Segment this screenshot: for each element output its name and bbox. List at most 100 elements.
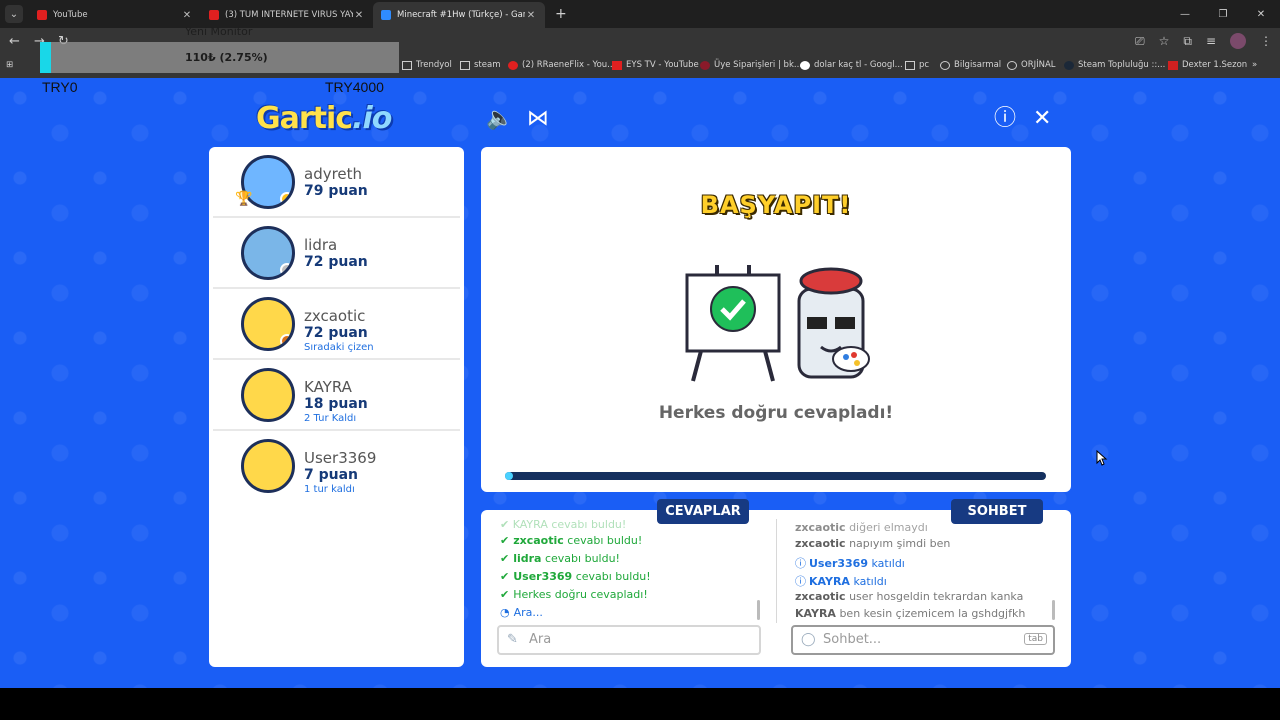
browser-tab-active[interactable]: Minecraft #1Hw (Türkçe) - Gartic ✕ [373,2,545,28]
answer-line: ✔ zxcaotic cevabı buldu! [500,534,642,547]
close-game-icon[interactable]: ✕ [1033,108,1051,130]
player-name: lidra [304,236,338,254]
more-bookmarks-icon[interactable]: » [1252,60,1257,70]
player-score: 7 puan [304,467,359,483]
bookmark-label: steam [474,60,501,70]
bookmark-item[interactable]: (2) RRaeneFlix - You... [508,60,615,70]
check-icon: ✔ [500,570,510,583]
chat-scrollbar[interactable] [1052,600,1055,620]
overlay-progress-stripe [40,42,51,73]
tab-title: Minecraft #1Hw (Türkçe) - Gartic [397,10,525,20]
bookmark-item[interactable]: pc [905,60,929,70]
masterpiece-title: BAŞYAPIT! [700,191,852,219]
player-name: User3369 [304,449,377,467]
chat-line: zxcaotic diğeri elmaydı [795,521,928,534]
tab-search-icon[interactable]: ⌄ [5,5,23,23]
answer-line: ✔ User3369 cevabı buldu! [500,570,651,583]
chat-input[interactable] [823,632,1023,647]
chat-user: User3369 [809,557,868,570]
youtube-icon [37,10,47,20]
answers-scrollbar[interactable] [757,600,760,620]
youtube-icon [209,10,219,20]
bookmark-star-icon[interactable]: ☆ [1159,34,1170,48]
masterpiece-illustration [685,265,870,382]
player-row[interactable]: 🏆 adyreth 79 puan [213,147,460,218]
close-icon[interactable]: ✕ [525,10,537,21]
bookmark-item[interactable]: ORJİNAL [1007,60,1056,70]
chat-text: user hosgeldin tekrardan kanka [849,590,1024,603]
bookmark-label: ORJİNAL [1021,60,1056,70]
chat-text: diğeri elmaydı [849,521,928,534]
bookmark-item[interactable]: Steam Topluluğu ::... [1064,60,1165,70]
site-icon [700,60,710,70]
answer-line: ✔ Herkes doğru cevapladı! [500,588,648,601]
answer-text: cevabı buldu! [575,570,651,583]
bookmark-item[interactable]: Dexter 1.Sezon [1168,60,1247,70]
bookmark-label: EYS TV - YouTube [626,60,699,70]
bookmark-item[interactable]: dolar kaç tl - Googl... [800,60,903,70]
info-icon[interactable]: ⓘ [994,108,1016,130]
answer-input[interactable] [529,632,729,647]
chat-user: zxcaotic [795,590,846,603]
info-icon: ⓘ [795,575,806,588]
chat-user: zxcaotic [795,537,846,550]
minimize-icon[interactable]: — [1166,9,1204,20]
sound-icon[interactable]: 🔈 [486,108,513,130]
answer-input-box[interactable]: ✎ [497,625,761,655]
avatar[interactable] [1230,33,1246,49]
menu-icon[interactable]: ⋮ [1260,34,1272,48]
overlay-title: Yeni Monitor [185,25,253,38]
window-close-icon[interactable]: ✕ [1242,9,1280,20]
answer-text: Ara... [513,606,543,619]
new-tab-icon[interactable]: + [555,6,567,22]
player-note: 2 Tur Kaldı [304,413,357,424]
bookmark-label: Üye Siparişleri | bk... [714,60,802,70]
restore-icon[interactable]: ❐ [1204,9,1242,20]
check-icon: ✔ [500,588,510,601]
logo-suffix: .io [352,101,392,136]
chat-bubble-icon: ◯ [801,632,816,647]
round-progress-knob [505,472,513,480]
bookmark-item[interactable]: steam [460,60,500,70]
player-row[interactable]: User3369 7 puan 1 tur kaldı [213,431,460,502]
player-row[interactable]: zxcaotic 72 puan Sıradaki çizen [213,289,460,360]
bookmark-item[interactable]: EYS TV - YouTube [612,60,699,70]
extensions-icon[interactable]: ⧉ [1183,34,1192,49]
player-row[interactable]: lidra 72 puan [213,218,460,289]
cast-icon[interactable]: ⎚ [1135,34,1145,49]
close-icon[interactable]: ✕ [181,10,193,21]
answer-user: User3369 [513,570,573,583]
back-icon[interactable]: ← [9,34,20,49]
bookmark-item[interactable]: Üye Siparişleri | bk... [700,60,802,70]
chat-input-box[interactable]: ◯ tab [791,625,1055,655]
bookmark-label: Dexter 1.Sezon [1182,60,1248,70]
bookmark-item[interactable]: Bilgisarmal [940,60,1001,70]
answer-text: cevabı buldu! [544,552,620,565]
toolbar-icons: ⎚ ☆ ⧉ ≡ ⋮ [1135,33,1272,49]
chat-line: ⓘ KAYRA katıldı [795,573,887,589]
share-icon[interactable]: ⋈ [527,108,549,130]
bookmark-label: Trendyol [416,60,452,70]
apps-icon[interactable]: ⊞ [6,60,13,70]
browser-tab-bar: ⌄ YouTube ✕ (3) TÜM İNTERNETE VİRÜS YAY.… [0,0,1280,28]
pencil-icon: ✎ [507,632,518,647]
folder-icon [460,60,470,70]
chat-user: KAYRA [795,607,836,620]
chat-line: zxcaotic user hosgeldin tekrardan kanka [795,590,1023,603]
status-dot [280,192,292,206]
mouse-cursor-icon [1096,450,1108,466]
player-name: KAYRA [304,378,352,396]
browser-tab[interactable]: YouTube ✕ [29,2,201,28]
avatar [241,439,295,493]
chat-text: katıldı [871,557,905,570]
globe-icon [1007,60,1017,70]
panel-divider [776,519,777,623]
chat-text: ben kesin çizemicem la gshdgjfkh [839,607,1026,620]
close-icon[interactable]: ✕ [353,10,365,21]
check-icon: ✔ [500,534,510,547]
bookmark-item[interactable]: Trendyol [402,60,452,70]
player-row[interactable]: KAYRA 18 puan 2 Tur Kaldı [213,360,460,431]
answer-line: ✔ lidra cevabı buldu! [500,552,620,565]
overlay-min-value: TRY0 [42,79,78,95]
media-icon[interactable]: ≡ [1206,34,1216,48]
